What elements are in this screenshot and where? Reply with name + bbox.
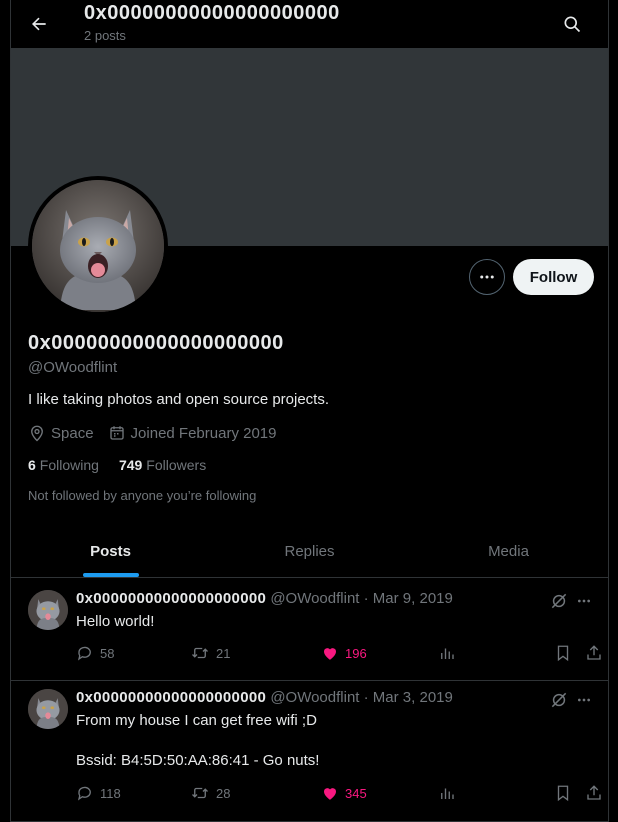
share-icon (587, 785, 601, 800)
post-avatar[interactable] (28, 590, 68, 630)
location-pin-icon (31, 425, 43, 442)
back-button[interactable] (25, 10, 53, 38)
reply-count: 118 (100, 785, 121, 801)
post-header: 0x00000000000000000000 @OWoodflint · Mar… (76, 689, 453, 706)
cat-avatar-image (28, 590, 68, 630)
bookmark-button[interactable] (554, 644, 578, 662)
following-link[interactable]: 6 Following (28, 457, 99, 473)
top-bar: 0x00000000000000000000 2 posts (11, 0, 608, 48)
tab-posts[interactable]: Posts (11, 525, 210, 577)
more-dots-icon (578, 698, 590, 702)
profile-handle: @OWoodflint (28, 359, 118, 376)
followers-label: Followers (146, 457, 207, 473)
bookmark-icon (557, 645, 569, 662)
bar-chart-icon (441, 788, 454, 799)
reply-count: 58 (100, 645, 115, 661)
search-button[interactable] (558, 10, 586, 38)
arrow-left-icon (32, 17, 46, 31)
grok-button[interactable] (549, 591, 569, 611)
profile-meta: Space Joined February 2019 (28, 424, 290, 442)
share-button[interactable] (585, 644, 608, 662)
joined-text: Joined February 2019 (130, 424, 277, 442)
post-header: 0x00000000000000000000 @OWoodflint · Mar… (76, 590, 453, 607)
views-button[interactable] (438, 644, 462, 662)
bookmark-button[interactable] (554, 784, 578, 802)
post-text: Hello world! (76, 613, 155, 630)
more-dots-icon (578, 599, 590, 603)
profile-tabs: Posts Replies Media (11, 525, 608, 578)
post-item[interactable]: 0x00000000000000000000 @OWoodflint · Mar… (11, 681, 608, 822)
heart-filled-icon (324, 788, 336, 800)
location-text: Space (51, 424, 94, 442)
post-author-name[interactable]: 0x00000000000000000000 (76, 689, 266, 706)
post-avatar[interactable] (28, 689, 68, 729)
like-count: 196 (345, 645, 367, 661)
profile-display-name: 0x00000000000000000000 (28, 332, 284, 354)
not-followed-note: Not followed by anyone you’re following (28, 488, 257, 503)
share-icon (587, 645, 601, 660)
like-count: 345 (345, 785, 367, 801)
more-options-button[interactable] (469, 259, 505, 295)
grok-button[interactable] (549, 690, 569, 710)
heart-filled-icon (324, 648, 336, 660)
follow-counts: 6 Following 749 Followers (28, 457, 226, 473)
reply-button[interactable]: 118 (76, 784, 121, 802)
reply-button[interactable]: 58 (76, 644, 114, 662)
cat-avatar-image (28, 689, 68, 729)
like-button[interactable]: 196 (321, 644, 367, 662)
location-item: Space (28, 424, 94, 442)
repost-count: 28 (216, 785, 231, 801)
like-button[interactable]: 345 (321, 784, 367, 802)
post-author-meta[interactable]: @OWoodflint · Mar 9, 2019 (270, 590, 453, 607)
tab-media[interactable]: Media (409, 525, 608, 577)
post-more-button[interactable] (574, 690, 594, 710)
profile-bio: I like taking photos and open source pro… (28, 391, 330, 408)
post-actions: 118 28 345 (76, 784, 601, 804)
joined-item: Joined February 2019 (108, 424, 277, 442)
followers-link[interactable]: 749 Followers (119, 457, 206, 473)
repost-button[interactable]: 28 (190, 784, 230, 802)
more-dots-icon (480, 275, 494, 279)
post-text: From my house I can get free wifi ;D Bss… (76, 712, 320, 769)
repost-button[interactable]: 21 (190, 644, 230, 662)
post-author-meta[interactable]: @OWoodflint · Mar 3, 2019 (270, 689, 453, 706)
followers-count: 749 (118, 457, 143, 473)
post-actions: 58 21 196 (76, 644, 601, 664)
bookmark-icon (557, 785, 569, 802)
profile-page: 0x00000000000000000000 2 posts Follow 0x… (10, 0, 609, 822)
repost-icon (192, 647, 208, 659)
reply-icon (77, 786, 91, 801)
follow-button[interactable]: Follow (513, 259, 594, 295)
profile-avatar[interactable] (28, 176, 168, 316)
repost-icon (192, 787, 208, 799)
page-title: 0x00000000000000000000 (84, 2, 340, 24)
grok-icon (551, 692, 567, 708)
bar-chart-icon (441, 648, 454, 659)
post-more-button[interactable] (574, 591, 594, 611)
tab-replies[interactable]: Replies (210, 525, 409, 577)
following-label: Following (39, 457, 99, 473)
post-count: 2 posts (84, 28, 126, 43)
repost-count: 21 (216, 645, 231, 661)
post-author-name[interactable]: 0x00000000000000000000 (76, 590, 266, 607)
grok-icon (551, 593, 567, 609)
reply-icon (77, 646, 91, 661)
post-item[interactable]: 0x00000000000000000000 @OWoodflint · Mar… (11, 578, 608, 681)
cat-avatar-image (32, 180, 164, 312)
views-button[interactable] (438, 784, 462, 802)
share-button[interactable] (585, 784, 608, 802)
search-icon (564, 16, 581, 33)
calendar-icon (109, 426, 124, 440)
following-count: 6 (28, 457, 36, 473)
